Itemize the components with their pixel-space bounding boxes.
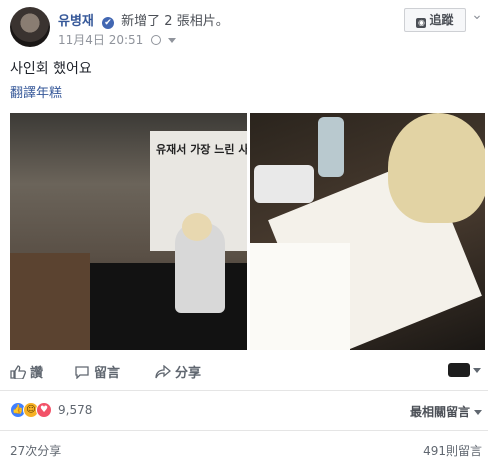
page-avatar-icon bbox=[448, 363, 470, 377]
post-text: 사인회 했어요 bbox=[10, 61, 92, 77]
share-label: 分享 bbox=[175, 366, 202, 381]
share-icon bbox=[155, 365, 171, 379]
share-button[interactable]: 分享 bbox=[155, 362, 201, 381]
post-action-text: 新增了 2 張相片。 bbox=[121, 14, 229, 29]
comments-count[interactable]: 491則留言 bbox=[423, 442, 482, 459]
post-meta: 11月4日 20:51 bbox=[58, 31, 176, 48]
photo-bottle bbox=[318, 117, 344, 177]
audience-selector[interactable] bbox=[448, 363, 482, 377]
like-label: 讚 bbox=[30, 366, 44, 381]
follow-icon: ◉ bbox=[416, 18, 427, 28]
comment-button[interactable]: 留言 bbox=[74, 362, 120, 381]
follow-label: 追蹤 bbox=[429, 13, 454, 27]
chevron-down-icon bbox=[474, 410, 482, 415]
banner-text: 유재서 가장 느린 사인회 bbox=[156, 143, 247, 156]
photo-tray bbox=[254, 165, 314, 203]
photo-floor bbox=[10, 253, 90, 350]
more-icon[interactable]: ⌄ bbox=[470, 8, 484, 22]
comment-icon bbox=[75, 366, 89, 379]
post-timestamp[interactable]: 11月4日 20:51 bbox=[58, 33, 143, 47]
photo-notebook-page bbox=[250, 243, 350, 350]
thumbs-up-icon bbox=[10, 365, 26, 379]
love-reaction-icon: ♥ bbox=[36, 402, 52, 418]
chevron-down-icon[interactable] bbox=[167, 38, 176, 43]
avatar[interactable] bbox=[10, 7, 50, 47]
chevron-down-icon bbox=[473, 368, 481, 373]
shares-count[interactable]: 27次分享 bbox=[10, 442, 61, 459]
post-photo-2[interactable] bbox=[250, 113, 485, 350]
post-card: 유병재 ✔ 新增了 2 張相片。 11月4日 20:51 ◉ 追蹤 ⌄ 사인회 했… bbox=[0, 0, 488, 463]
author-name[interactable]: 유병재 bbox=[58, 14, 94, 29]
translate-link[interactable]: 翻譯年糕 bbox=[10, 82, 62, 101]
verified-icon: ✔ bbox=[102, 17, 115, 29]
comment-sort-label: 最相關留言 bbox=[409, 405, 470, 419]
reaction-count: 9,578 bbox=[58, 403, 93, 417]
post-header-line: 유병재 ✔ 新增了 2 張相片。 bbox=[58, 10, 229, 29]
comment-label: 留言 bbox=[94, 366, 121, 381]
divider bbox=[0, 390, 488, 391]
comment-sort-dropdown[interactable]: 最相關留言 bbox=[410, 403, 482, 420]
follow-button[interactable]: ◉ 追蹤 bbox=[404, 8, 466, 32]
post-photo-1[interactable]: 유재서 가장 느린 사인회 bbox=[10, 113, 247, 350]
globe-icon bbox=[151, 35, 162, 45]
photo-person-head bbox=[182, 213, 212, 241]
like-button[interactable]: 讚 bbox=[10, 362, 43, 381]
photo-head bbox=[388, 113, 485, 223]
divider bbox=[0, 430, 488, 431]
